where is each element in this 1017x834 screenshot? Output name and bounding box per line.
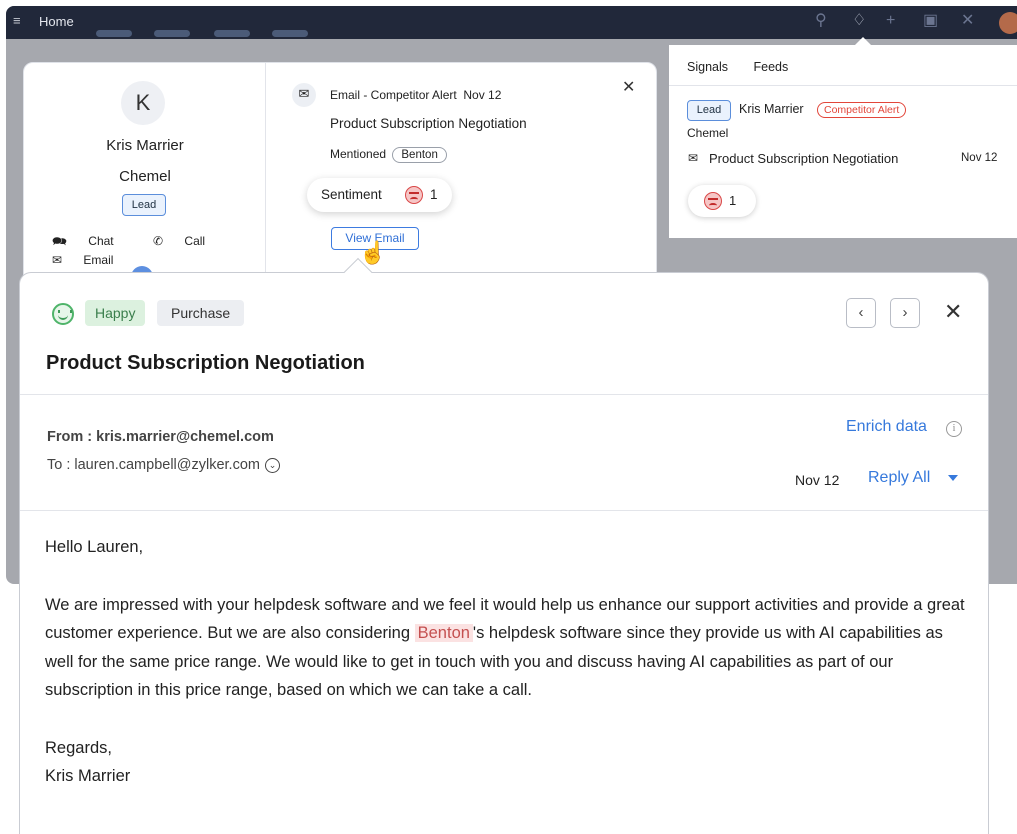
nav-tab-placeholder[interactable] [214, 30, 250, 37]
contact-name: Kris Marrier [106, 137, 184, 154]
mail-icon: ✉ [292, 83, 316, 107]
chevron-left-icon: ‹ [858, 304, 864, 321]
email-summary-title: Email - Competitor Alert Nov 12 [330, 88, 501, 102]
angry-face-icon [405, 186, 423, 204]
top-navigation-bar: ≡ Home ⚲ ♢ + ▣ ✕ [6, 6, 1017, 39]
hamburger-icon[interactable]: ≡ [13, 14, 21, 28]
divider [20, 394, 988, 395]
nav-tab-placeholder[interactable] [96, 30, 132, 37]
signal-sentiment-chip[interactable]: 1 [688, 185, 756, 217]
contact-actions: 🗪 Chat ✆ Call ✉ Email [52, 232, 265, 267]
email-summary-panel: ✉ Email - Competitor Alert Nov 12 Produc… [267, 63, 658, 286]
tab-signals[interactable]: Signals [687, 60, 728, 74]
chat-label: Chat [88, 234, 114, 248]
email-detail-view: Happy Purchase ‹ › ✕ Product Subscriptio… [19, 257, 989, 834]
lead-badge: Lead [122, 194, 166, 216]
mail-icon: ✉ [688, 151, 699, 165]
chevron-down-icon[interactable]: ⌄ [264, 457, 280, 473]
hand-cursor-icon: ☝ [359, 240, 387, 265]
competitor-highlight[interactable]: Benton [414, 624, 473, 642]
mentioned-row: Mentioned Benton [330, 147, 447, 163]
home-tab[interactable]: Home [39, 14, 74, 29]
tab-feeds[interactable]: Feeds [753, 60, 788, 74]
tools-icon[interactable]: ✕ [961, 12, 974, 30]
nav-tab-placeholder[interactable] [154, 30, 190, 37]
email-to-label: To : lauren.campbell@zylker.com [47, 457, 260, 473]
previous-button[interactable]: ‹ [846, 298, 876, 328]
mail-icon: ✉ [52, 253, 63, 267]
panel-notch [855, 37, 871, 45]
phone-icon: ✆ [153, 234, 164, 248]
signals-panel: Signals Feeds Lead Kris Marrier Competit… [669, 37, 1017, 238]
email-type-label: Email - Competitor Alert [330, 88, 457, 102]
email-to: To : lauren.campbell@zylker.com ⌄ [47, 457, 280, 473]
email-date: Nov 12 [795, 472, 840, 488]
signal-company: Chemel [687, 126, 729, 140]
mentioned-label: Mentioned [330, 147, 387, 161]
email-summary-subject: Product Subscription Negotiation [330, 116, 527, 131]
contact-card: K Kris Marrier Chemel Lead 🗪 Chat ✆ Call… [23, 62, 658, 288]
email-paragraph: We are impressed with your helpdesk soft… [45, 591, 965, 705]
plus-icon[interactable]: + [886, 12, 895, 30]
email-signature: Kris Marrier [45, 767, 131, 785]
signals-tabs: Signals Feeds [687, 60, 810, 74]
email-button[interactable]: ✉ Email [52, 253, 131, 267]
call-button[interactable]: ✆ Call [153, 234, 223, 248]
user-avatar[interactable] [999, 12, 1017, 34]
sentiment-label: Sentiment [321, 187, 382, 202]
sentiment-tag: Happy [85, 300, 146, 326]
signal-subject[interactable]: Product Subscription Negotiation [709, 151, 898, 166]
email-date: Nov 12 [463, 88, 502, 102]
next-button[interactable]: › [890, 298, 920, 328]
search-icon[interactable]: ⚲ [815, 12, 827, 30]
lead-badge: Lead [687, 100, 731, 121]
nav-tab-placeholder[interactable] [272, 30, 308, 37]
reply-all-button[interactable]: Reply All [868, 469, 930, 487]
happy-face-icon [52, 303, 74, 325]
sentiment-count: 1 [430, 187, 438, 202]
chat-icon: 🗪 [52, 234, 67, 248]
signal-contact-name[interactable]: Kris Marrier [739, 102, 804, 116]
info-icon[interactable]: i [946, 421, 962, 437]
email-label: Email [83, 253, 114, 267]
bell-icon[interactable]: ♢ [852, 12, 866, 30]
signal-date: Nov 12 [961, 152, 998, 164]
email-body: Hello Lauren, We are impressed with your… [45, 533, 965, 791]
mentioned-chip[interactable]: Benton [392, 147, 447, 163]
close-icon[interactable]: ✕ [944, 300, 962, 324]
intent-tag: Purchase [157, 300, 245, 326]
divider [20, 510, 988, 511]
sentiment-count: 1 [729, 193, 737, 208]
contact-avatar: K [121, 81, 165, 125]
contact-company: Chemel [119, 168, 171, 185]
calendar-icon[interactable]: ▣ [923, 12, 938, 30]
angry-face-icon [704, 192, 722, 210]
chat-button[interactable]: 🗪 Chat [52, 234, 132, 248]
sentiment-popup[interactable]: Sentiment 1 [307, 178, 452, 212]
divider [669, 85, 1017, 86]
competitor-alert-badge: Competitor Alert [817, 102, 907, 118]
enrich-data-link[interactable]: Enrich data [846, 418, 927, 436]
call-label: Call [184, 234, 206, 248]
chevron-right-icon: › [902, 304, 908, 321]
caret-down-icon[interactable] [948, 475, 958, 481]
email-greeting: Hello Lauren, [45, 538, 144, 556]
close-icon[interactable]: ✕ [622, 77, 635, 97]
email-regards: Regards, [45, 738, 112, 757]
email-from: From : kris.marrier@chemel.com [47, 429, 274, 445]
contact-profile: K Kris Marrier Chemel Lead 🗪 Chat ✆ Call… [24, 63, 266, 288]
email-subject: Product Subscription Negotiation [46, 352, 365, 374]
